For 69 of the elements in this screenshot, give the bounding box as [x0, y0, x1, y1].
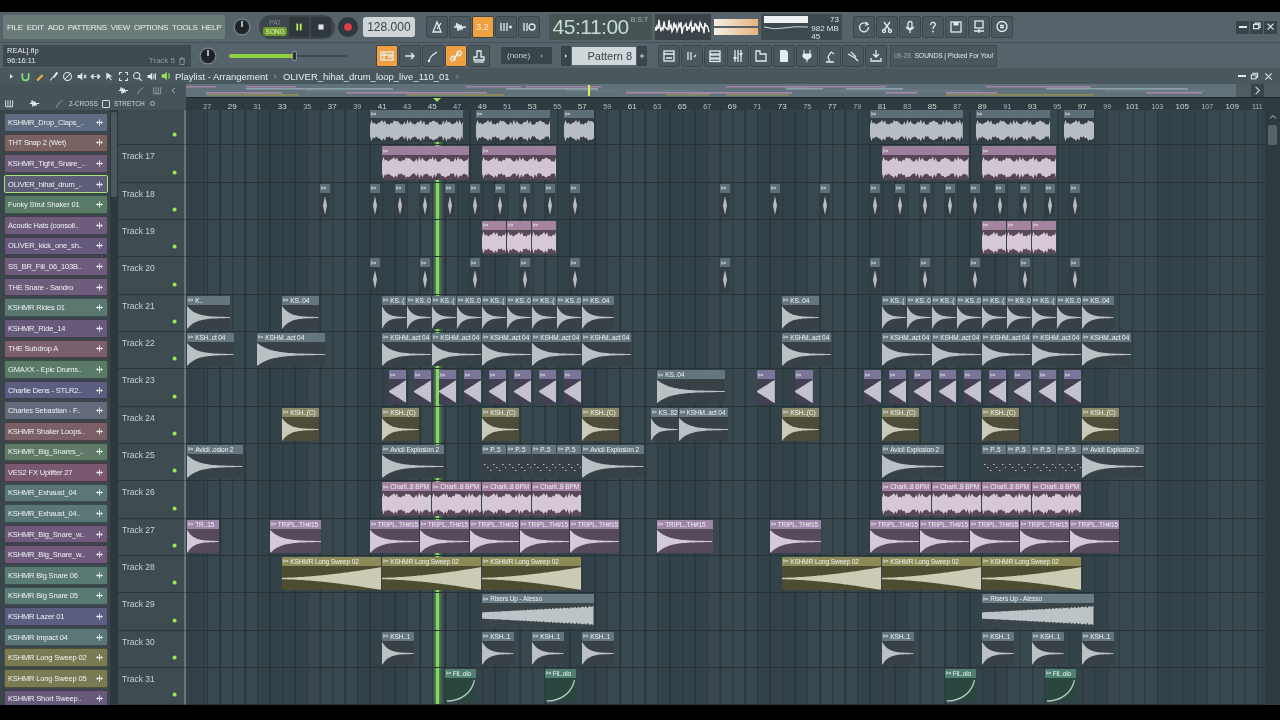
window-title: Playlist - Arrangement — [175, 70, 268, 82]
cpu-value: 73 — [828, 15, 839, 24]
bar-number: 69 — [727, 102, 737, 111]
track-header[interactable]: Track 18 — [118, 182, 186, 220]
track-label: Track 20 — [122, 263, 155, 274]
track-label: Track 25 — [122, 449, 155, 460]
track-label: Track 31 — [122, 673, 155, 684]
bar-number: 93 — [1027, 102, 1037, 111]
bar-number: 57 — [577, 102, 587, 111]
track-header[interactable]: Track 27 — [118, 518, 186, 556]
bar-number: 45 — [427, 102, 437, 111]
menu-item[interactable]: TOOLS — [172, 22, 198, 32]
track-header[interactable]: Track 19 — [118, 220, 186, 258]
bar-number: 89 — [977, 102, 987, 111]
tempo-field[interactable]: 128.000 — [363, 17, 415, 37]
track-label: Track 17 — [122, 151, 155, 162]
menu-item[interactable]: ADD — [47, 22, 64, 32]
menu-item[interactable]: OPTIONS — [134, 22, 168, 32]
arrangement-dropdown[interactable]: (none) — [501, 47, 553, 64]
menu-item[interactable]: FILE — [7, 22, 23, 32]
track-header[interactable]: Track 21 — [118, 294, 186, 332]
track-label: Track 23 — [122, 375, 155, 386]
bar-number: 97 — [1077, 102, 1087, 111]
track-label: Track 26 — [122, 487, 155, 498]
track-label: Track 27 — [122, 524, 155, 535]
bar-number: 65 — [677, 102, 687, 111]
bar-number: 73 — [777, 102, 787, 111]
track-label: Track 29 — [122, 599, 155, 610]
track-header[interactable]: Track 31 — [118, 667, 186, 705]
track-label: Track 24 — [122, 412, 155, 423]
polyphony-value: 45 — [811, 31, 821, 41]
bar-number: 105 — [1175, 102, 1189, 111]
track-header[interactable]: Track 28 — [118, 555, 186, 594]
bar-number: 85 — [927, 102, 937, 111]
bar-number: 49 — [477, 102, 487, 111]
bar-number: 29 — [227, 102, 237, 111]
menu-item[interactable]: EDIT — [26, 22, 44, 32]
bar-number: 37 — [327, 102, 337, 111]
track-label: Track 19 — [122, 226, 155, 236]
menu-item[interactable]: PATTERNS — [67, 22, 107, 32]
track-header[interactable]: Track 25 — [118, 443, 186, 482]
track-label: Track 18 — [122, 188, 155, 199]
track-label: Track 21 — [122, 300, 155, 311]
bar-number: 53 — [527, 102, 537, 111]
track-label: Track 22 — [122, 337, 155, 348]
track-header[interactable]: Track 20 — [118, 257, 186, 295]
track-label: Track 28 — [122, 561, 155, 572]
song-time: 45:11:00 — [552, 14, 629, 40]
track-label: Track 30 — [122, 636, 155, 647]
bar-number: 77 — [827, 102, 837, 111]
bar-number: 61 — [627, 102, 637, 111]
bar-number: 109 — [1225, 102, 1239, 111]
selected-clip-name[interactable]: OLIVER_hihat_drum_loop_live_110_01 — [282, 70, 450, 82]
track-header[interactable]: Track 24 — [118, 406, 186, 444]
bar-number: 33 — [277, 102, 287, 111]
bar-number: 81 — [877, 102, 887, 111]
track-header[interactable]: Track 17 — [118, 145, 186, 183]
bar-number: 41 — [377, 102, 387, 111]
memory-value: 982 MB — [811, 23, 839, 33]
hint-text: Track 5 — [148, 55, 175, 66]
menu-item[interactable]: VIEW — [110, 22, 131, 32]
track-header[interactable]: Track 30 — [118, 630, 186, 668]
track-header[interactable]: Track 23 — [118, 369, 186, 407]
bar-number: 101 — [1125, 102, 1139, 111]
pattern-selector[interactable]: Pattern 8 — [572, 46, 637, 65]
track-header[interactable]: Track 29 — [118, 593, 186, 631]
track-header[interactable]: Track 22 — [118, 331, 186, 370]
track-header[interactable]: Track 26 — [118, 481, 186, 519]
menu-item[interactable]: HELP — [201, 22, 222, 32]
